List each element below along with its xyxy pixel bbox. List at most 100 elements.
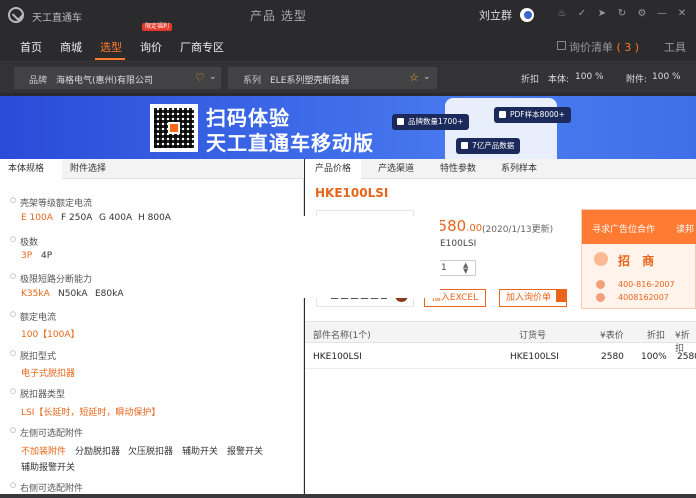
section-breaking-capacity: 极限短路分断能力 [10, 272, 92, 285]
brand-label: 品牌 [29, 76, 48, 86]
series-label: 系列 [243, 76, 262, 86]
settings-icon[interactable]: ⚙ [636, 8, 648, 20]
section-right-accessory: 右侧可选配附件 [10, 481, 83, 494]
ad-phone-2: 4008162007 [618, 293, 669, 302]
main-nav: 首页 商城 选型 限定福利 询价 厂商专区 询价清单 ( 3 ) 工具 [0, 23, 696, 62]
bell-icon[interactable]: ♨ [556, 8, 568, 20]
option-breaking-k[interactable]: K35kA [21, 289, 50, 299]
nav-selection[interactable]: 选型 [100, 39, 122, 55]
nav-active-indicator [95, 58, 125, 60]
cell-discount: 100% [641, 352, 667, 362]
body-discount-value[interactable]: 100 % [575, 72, 604, 82]
accessory-discount-value[interactable]: 100 % [652, 72, 681, 82]
phone-icon [596, 293, 605, 302]
app-logo-icon [8, 7, 24, 23]
option-poles-4p[interactable]: 4P [41, 251, 52, 261]
refresh-icon[interactable]: ↻ [616, 8, 628, 20]
parts-table-header: 部件名称(1个) 订货号 ¥表价 折扣 ¥折扣 [305, 321, 696, 354]
option-poles-3p[interactable]: 3P [21, 251, 32, 261]
option-trip-type[interactable]: 电子式脱扣器 [21, 366, 75, 379]
favorite-heart-icon[interactable]: ♡ [195, 71, 205, 84]
inquiry-list-icon [557, 41, 566, 50]
app-title: 天工直通车 [32, 13, 82, 24]
tab-price[interactable]: 产品价格 [305, 159, 362, 179]
ad-header: 寻求广告位合作 读邦 [582, 210, 696, 244]
brand-select[interactable]: 品牌 海格电气(惠州)有限公司 ♡ ⌄ [14, 67, 221, 89]
option-no-accessory[interactable]: 不加装附件 [21, 444, 66, 457]
discount-label: 折扣 [521, 75, 540, 85]
option-aux-alarm[interactable]: 辅助报警开关 [21, 460, 75, 473]
tab-catalog[interactable]: 系列样本 [491, 159, 547, 179]
option-frame-F[interactable]: F 250A [61, 213, 92, 223]
series-value: ELE系列塑壳断路器 [270, 76, 350, 86]
price-decimal: .00 [466, 223, 483, 234]
option-trip-unit[interactable]: LSI【长延时，短延时，瞬动保护】 [21, 405, 160, 418]
option-rated-current[interactable]: 100【100A】 [21, 327, 80, 340]
tab-body-spec[interactable]: 本体规格 [0, 159, 62, 179]
ad-header-text: 寻求广告位合作 [592, 225, 656, 235]
nav-mall[interactable]: 商城 [60, 39, 82, 55]
tab-channels[interactable]: 产选渠道 [368, 159, 424, 179]
inquiry-list-link[interactable]: 询价清单 ( 3 ) [569, 39, 639, 55]
stepper-arrows-icon[interactable]: ▲ ▼ [463, 262, 468, 275]
add-to-inquiry-button[interactable]: 加入询价单 [499, 289, 567, 307]
chevron-down-icon: ⌄ [209, 72, 217, 82]
ad-header-right: 读邦 [676, 225, 695, 235]
phone-icon [596, 280, 605, 289]
title-bar: 天工直通车 产品 选型 刘立群 ♨ ✓ ➤ ↻ ⚙ — ✕ [0, 0, 696, 30]
check-icon[interactable]: ✓ [576, 8, 588, 20]
option-frame-E[interactable]: E 100A [21, 213, 53, 223]
banner-pill-pdf: PDF样本8000+ [494, 107, 571, 123]
nav-home[interactable]: 首页 [20, 39, 42, 55]
inquiry-list-label: 询价清单 [569, 41, 613, 54]
ad-title: 招 商 [618, 254, 659, 268]
cell-order-no: HKE100LSI [510, 352, 559, 362]
banner-pill-products: 7亿产品数据 [456, 138, 521, 154]
option-alarm-switch[interactable]: 报警开关 [227, 444, 263, 457]
nav-inquiry[interactable]: 询价 [140, 39, 162, 55]
inquiry-count: ( 3 ) [616, 41, 640, 54]
quantity-stepper[interactable]: 1 [438, 260, 476, 276]
col-list-price: ¥表价 [600, 331, 624, 341]
section-poles: 极数 [10, 235, 38, 248]
option-shunt-trip[interactable]: 分励脱扣器 [75, 444, 120, 457]
user-name[interactable]: 刘立群 [479, 7, 512, 23]
ad-panel[interactable]: 寻求广告位合作 读邦 招 商 400-816-2007 4008162007 [581, 209, 696, 309]
banner-pill-brands: 品牌数量1700+ [392, 114, 470, 130]
option-undervoltage[interactable]: 欠压脱扣器 [128, 444, 173, 457]
page-title: 产品 选型 [250, 9, 307, 23]
option-aux-switch[interactable]: 辅助开关 [182, 444, 218, 457]
brand-value: 海格电气(惠州)有限公司 [56, 76, 154, 86]
bottom-bar [0, 494, 696, 498]
series-select[interactable]: 系列 ELE系列塑壳断路器 ☆ ⌄ [228, 67, 437, 89]
popup-overlay [275, 216, 440, 298]
tab-params[interactable]: 特性参数 [430, 159, 486, 179]
nav-badge: 限定福利 [142, 23, 173, 31]
option-frame-H[interactable]: H 800A [138, 213, 171, 223]
toolbox-link[interactable]: 工具 [664, 39, 686, 55]
close-icon[interactable]: ✕ [676, 8, 688, 20]
pin-icon[interactable]: ➤ [596, 8, 608, 20]
option-breaking-n[interactable]: N50kA [58, 289, 88, 299]
ad-phone-1: 400-816-2007 [618, 280, 675, 289]
favorite-star-icon[interactable]: ☆ [409, 71, 419, 84]
table-row[interactable]: HKE100LSI HKE100LSI 2580 100% 2580 [305, 345, 696, 369]
cell-discount-price: 2580 [677, 352, 696, 362]
section-trip-unit: 脱扣器类型 [10, 387, 65, 400]
avatar[interactable] [520, 8, 534, 22]
qr-code [150, 104, 198, 152]
option-breaking-e[interactable]: E80kA [95, 289, 124, 299]
tab-accessory[interactable]: 附件选择 [62, 159, 114, 179]
body-discount-label: 本体: [548, 75, 570, 85]
accessory-discount-label: 附件: [626, 75, 648, 85]
section-rated-current: 额定电流 [10, 310, 56, 323]
cell-list-price: 2580 [601, 352, 624, 362]
nav-vendor-zone[interactable]: 厂商专区 [180, 39, 224, 55]
option-frame-G[interactable]: G 400A [99, 213, 132, 223]
price-updated-date: (2020/1/13更新) [482, 225, 554, 235]
window-controls: ♨ ✓ ➤ ↻ ⚙ — ✕ [556, 8, 696, 22]
section-trip-type: 脱扣型式 [10, 349, 56, 362]
promo-banner[interactable]: 扫码体验 天工直通车移动版 品牌数量1700+ PDF样本8000+ 7亿产品数… [0, 96, 696, 159]
cell-part-name: HKE100LSI [313, 352, 362, 362]
minimize-icon[interactable]: — [656, 8, 668, 20]
